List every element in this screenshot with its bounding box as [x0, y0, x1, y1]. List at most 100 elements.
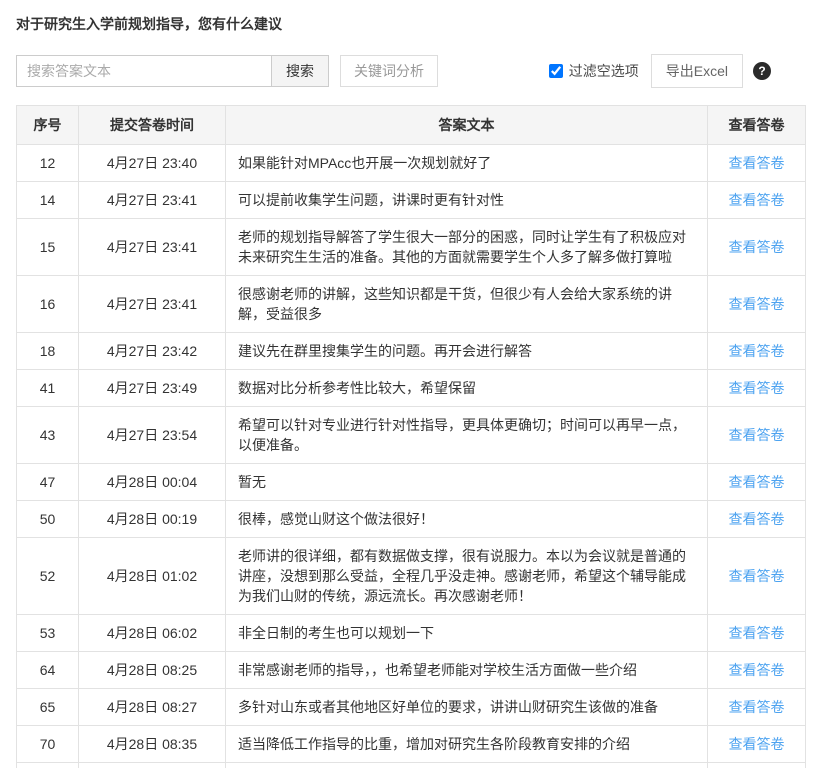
cell-time: 4月28日 01:02	[79, 538, 226, 615]
cell-text: 老师讲的很详细，都有数据做支撑，很有说服力。本以为会议就是普通的讲座，没想到那么…	[226, 538, 708, 615]
view-answer-link[interactable]: 查看答卷	[729, 625, 785, 641]
search-group: 搜索	[16, 55, 329, 87]
cell-time: 4月28日 06:02	[79, 615, 226, 652]
view-answer-link[interactable]: 查看答卷	[729, 568, 785, 584]
column-header-view: 查看答卷	[708, 106, 806, 145]
cell-no: 70	[17, 726, 79, 763]
table-row: 644月28日 08:25非常感谢老师的指导，，也希望老师能对学校生活方面做一些…	[17, 652, 806, 689]
cell-no: 41	[17, 370, 79, 407]
cell-view: 查看答卷	[708, 276, 806, 333]
help-icon[interactable]: ?	[753, 62, 771, 80]
cell-text: 非全日制的考生也可以规划一下	[226, 615, 708, 652]
cell-text: 数据对比分析参考性比较大，希望保留	[226, 370, 708, 407]
cell-view: 查看答卷	[708, 501, 806, 538]
cell-time: 4月27日 23:41	[79, 219, 226, 276]
cell-view: 查看答卷	[708, 615, 806, 652]
cell-text: 适当降低工作指导的比重，增加对研究生各阶段教育安排的介绍	[226, 726, 708, 763]
cell-empty	[17, 763, 79, 768]
view-answer-link[interactable]: 查看答卷	[729, 662, 785, 678]
table-row-partial	[17, 763, 806, 768]
table-row: 184月27日 23:42建议先在群里搜集学生的问题。再开会进行解答 查看答卷	[17, 333, 806, 370]
table-row: 654月28日 08:27多针对山东或者其他地区好单位的要求，讲讲山财研究生该做…	[17, 689, 806, 726]
cell-text: 建议先在群里搜集学生的问题。再开会进行解答	[226, 333, 708, 370]
table-row: 704月28日 08:35适当降低工作指导的比重，增加对研究生各阶段教育安排的介…	[17, 726, 806, 763]
cell-view: 查看答卷	[708, 464, 806, 501]
cell-time: 4月27日 23:40	[79, 145, 226, 182]
column-header-text: 答案文本	[226, 106, 708, 145]
table-row: 154月27日 23:41老师的规划指导解答了学生很大一部分的困惑，同时让学生有…	[17, 219, 806, 276]
cell-time: 4月27日 23:49	[79, 370, 226, 407]
table-row: 434月27日 23:54希望可以针对专业进行针对性指导，更具体更确切；时间可以…	[17, 407, 806, 464]
table-row: 414月27日 23:49数据对比分析参考性比较大，希望保留 查看答卷	[17, 370, 806, 407]
cell-no: 50	[17, 501, 79, 538]
column-header-no: 序号	[17, 106, 79, 145]
cell-view: 查看答卷	[708, 333, 806, 370]
view-answer-link[interactable]: 查看答卷	[729, 511, 785, 527]
cell-no: 16	[17, 276, 79, 333]
filter-empty-option[interactable]: 过滤空选项	[549, 61, 639, 81]
view-answer-link[interactable]: 查看答卷	[729, 380, 785, 396]
table-row: 144月27日 23:41可以提前收集学生问题，讲课时更有针对性 查看答卷	[17, 182, 806, 219]
answers-table: 序号 提交答卷时间 答案文本 查看答卷 124月27日 23:40如果能针对MP…	[16, 105, 806, 768]
export-excel-button[interactable]: 导出Excel	[651, 54, 743, 88]
keyword-analysis-button[interactable]: 关键词分析	[340, 55, 438, 87]
cell-time: 4月27日 23:42	[79, 333, 226, 370]
table-row: 164月27日 23:41很感谢老师的讲解，这些知识都是干货，但很少有人会给大家…	[17, 276, 806, 333]
view-answer-link[interactable]: 查看答卷	[729, 474, 785, 490]
table-header: 序号 提交答卷时间 答案文本 查看答卷	[17, 106, 806, 145]
answers-tbody: 124月27日 23:40如果能针对MPAcc也开展一次规划就好了查看答卷144…	[17, 145, 806, 768]
view-answer-link[interactable]: 查看答卷	[729, 155, 785, 171]
view-answer-link[interactable]: 查看答卷	[729, 699, 785, 715]
cell-empty	[79, 763, 226, 768]
view-answer-link[interactable]: 查看答卷	[729, 736, 785, 752]
toolbar-right: 过滤空选项 导出Excel ?	[549, 54, 771, 88]
cell-time: 4月28日 00:04	[79, 464, 226, 501]
cell-time: 4月27日 23:54	[79, 407, 226, 464]
cell-time: 4月28日 08:27	[79, 689, 226, 726]
cell-no: 65	[17, 689, 79, 726]
table-row: 474月28日 00:04暂无 查看答卷	[17, 464, 806, 501]
cell-view: 查看答卷	[708, 726, 806, 763]
cell-text: 可以提前收集学生问题，讲课时更有针对性	[226, 182, 708, 219]
cell-view: 查看答卷	[708, 145, 806, 182]
cell-view: 查看答卷	[708, 219, 806, 276]
search-input[interactable]	[16, 55, 272, 87]
cell-no: 18	[17, 333, 79, 370]
cell-time: 4月28日 08:25	[79, 652, 226, 689]
table-row: 524月28日 01:02老师讲的很详细，都有数据做支撑，很有说服力。本以为会议…	[17, 538, 806, 615]
cell-no: 12	[17, 145, 79, 182]
cell-empty	[226, 763, 708, 768]
column-header-time: 提交答卷时间	[79, 106, 226, 145]
page-title: 对于研究生入学前规划指导，您有什么建议	[16, 14, 805, 34]
cell-text: 老师的规划指导解答了学生很大一部分的困惑，同时让学生有了积极应对未来研究生生活的…	[226, 219, 708, 276]
cell-no: 14	[17, 182, 79, 219]
cell-text: 暂无	[226, 464, 708, 501]
cell-view: 查看答卷	[708, 182, 806, 219]
cell-text: 很棒，感觉山财这个做法很好！	[226, 501, 708, 538]
cell-time: 4月28日 08:35	[79, 726, 226, 763]
cell-empty	[708, 763, 806, 768]
cell-text: 很感谢老师的讲解，这些知识都是干货，但很少有人会给大家系统的讲解，受益很多	[226, 276, 708, 333]
cell-no: 53	[17, 615, 79, 652]
view-answer-link[interactable]: 查看答卷	[729, 192, 785, 208]
cell-text: 非常感谢老师的指导，，也希望老师能对学校生活方面做一些介绍	[226, 652, 708, 689]
cell-no: 47	[17, 464, 79, 501]
cell-no: 64	[17, 652, 79, 689]
search-button[interactable]: 搜索	[271, 55, 329, 87]
cell-no: 43	[17, 407, 79, 464]
view-answer-link[interactable]: 查看答卷	[729, 427, 785, 443]
cell-view: 查看答卷	[708, 689, 806, 726]
survey-answers-page: 对于研究生入学前规划指导，您有什么建议 搜索 关键词分析 过滤空选项 导出Exc…	[0, 0, 821, 768]
view-answer-link[interactable]: 查看答卷	[729, 296, 785, 312]
cell-time: 4月27日 23:41	[79, 182, 226, 219]
view-answer-link[interactable]: 查看答卷	[729, 239, 785, 255]
cell-no: 15	[17, 219, 79, 276]
cell-time: 4月28日 00:19	[79, 501, 226, 538]
cell-text: 如果能针对MPAcc也开展一次规划就好了	[226, 145, 708, 182]
view-answer-link[interactable]: 查看答卷	[729, 343, 785, 359]
table-row: 124月27日 23:40如果能针对MPAcc也开展一次规划就好了 查看答卷	[17, 145, 806, 182]
cell-no: 52	[17, 538, 79, 615]
cell-view: 查看答卷	[708, 652, 806, 689]
filter-empty-checkbox[interactable]	[549, 64, 563, 78]
cell-text: 希望可以针对专业进行针对性指导，更具体更确切；时间可以再早一点，以便准备。	[226, 407, 708, 464]
